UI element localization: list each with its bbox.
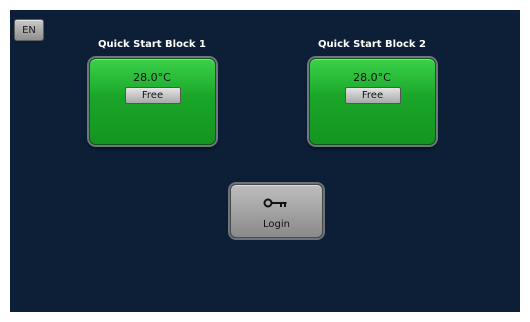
block-tile-2[interactable]: 28.0°C Free	[308, 58, 436, 145]
block-title: Quick Start Block 1	[98, 39, 206, 50]
block-temperature: 28.0°C	[133, 71, 171, 84]
quick-start-block-2: Quick Start Block 2 28.0°C Free	[307, 38, 437, 145]
block-status-badge: Free	[344, 87, 401, 104]
block-status-badge: Free	[124, 87, 181, 104]
key-icon	[263, 198, 287, 208]
block-title: Quick Start Block 2	[318, 39, 426, 50]
language-button[interactable]: EN	[14, 19, 44, 41]
login-label: Login	[263, 219, 290, 230]
quick-start-block-1: Quick Start Block 1 28.0°C Free	[87, 38, 217, 145]
block-temperature: 28.0°C	[353, 71, 391, 84]
login-button[interactable]: Login	[230, 184, 323, 238]
main-screen: EN Quick Start Block 1 28.0°C Free Quick…	[10, 10, 520, 312]
block-tile-1[interactable]: 28.0°C Free	[88, 58, 216, 145]
